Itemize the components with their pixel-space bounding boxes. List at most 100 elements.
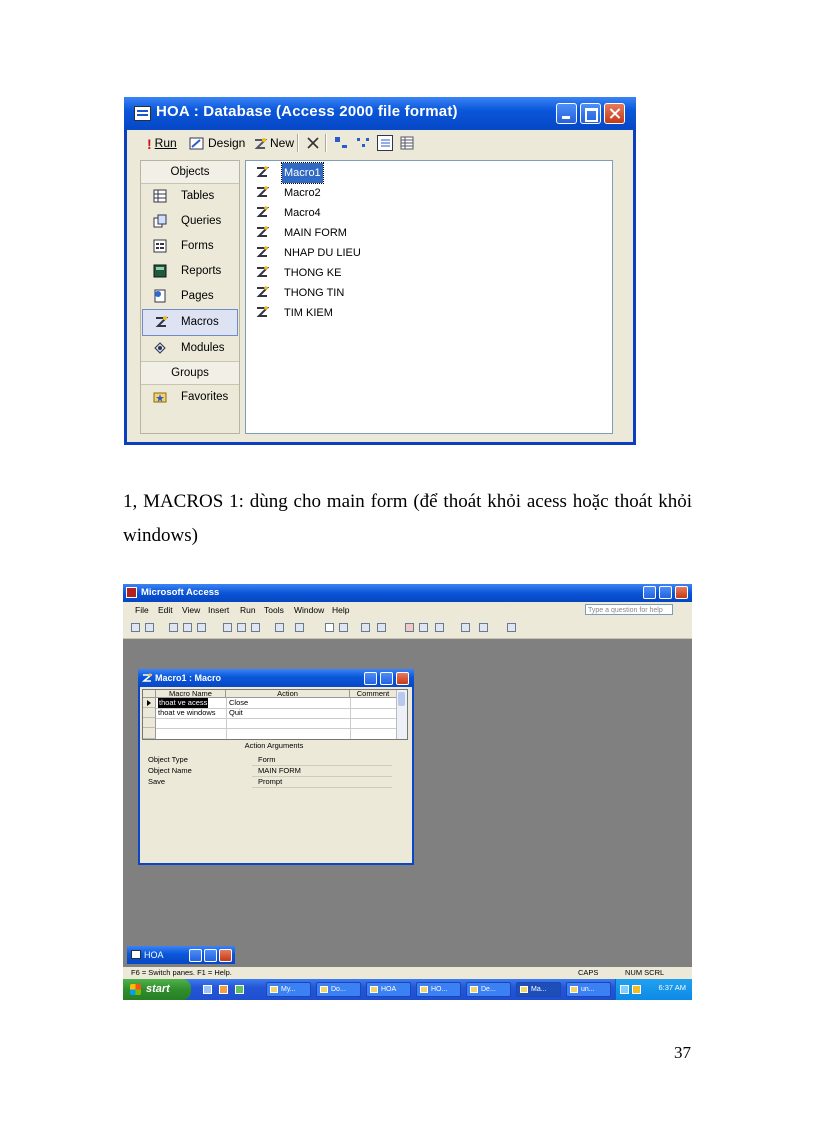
new-button[interactable]: New xyxy=(253,133,294,153)
taskbar-button-do[interactable]: Do... xyxy=(316,982,361,997)
grid-line xyxy=(156,728,397,729)
help-icon[interactable] xyxy=(507,623,516,632)
cut-icon[interactable] xyxy=(223,623,232,632)
sidebar-item-forms[interactable]: Forms xyxy=(141,234,239,259)
run-icon[interactable] xyxy=(405,623,414,632)
start-button[interactable]: start xyxy=(123,979,191,1000)
sidebar-item-reports[interactable]: Reports xyxy=(141,259,239,284)
maximize-button[interactable] xyxy=(204,949,217,962)
macro-minimize-button[interactable] xyxy=(364,672,377,685)
macro-icon xyxy=(256,246,269,257)
language-icon[interactable] xyxy=(632,985,641,994)
ask-question-input[interactable]: Type a question for help xyxy=(585,604,673,615)
print-icon[interactable] xyxy=(169,623,178,632)
sidebar-item-queries[interactable]: Queries xyxy=(141,209,239,234)
sidebar-item-tables[interactable]: Tables xyxy=(141,184,239,209)
delete-icon[interactable] xyxy=(305,135,321,151)
close-button[interactable] xyxy=(604,103,625,124)
macro-list-item-label: Macro4 xyxy=(284,207,321,219)
minimize-button[interactable] xyxy=(556,103,577,124)
menu-help[interactable]: Help xyxy=(332,605,349,615)
macro-maximize-button[interactable] xyxy=(380,672,393,685)
network-icon[interactable] xyxy=(620,985,629,994)
argument-value[interactable]: Prompt xyxy=(258,777,282,786)
toolbar-separator xyxy=(325,134,327,152)
taskbar-button-ho[interactable]: HO... xyxy=(416,982,461,997)
groups-header[interactable]: Groups xyxy=(141,361,239,385)
file-search-icon[interactable] xyxy=(145,623,154,632)
grid-line xyxy=(252,787,392,788)
action-cell[interactable]: Quit xyxy=(229,708,243,718)
sidebar-item-macros[interactable]: Macros xyxy=(142,309,238,336)
undo-icon[interactable] xyxy=(275,623,284,632)
app-minimize-button[interactable] xyxy=(643,586,656,599)
action-cell[interactable]: Close xyxy=(229,698,248,708)
macro-names-icon[interactable] xyxy=(325,623,334,632)
menu-file[interactable]: File xyxy=(135,605,149,615)
num-scrl-indicator: NUM SCRL xyxy=(625,968,665,977)
menu-run[interactable]: Run xyxy=(240,605,256,615)
taskbar-button-de[interactable]: De... xyxy=(466,982,511,997)
app-close-button[interactable] xyxy=(675,586,688,599)
spelling-icon[interactable] xyxy=(197,623,206,632)
print-preview-icon[interactable] xyxy=(183,623,192,632)
database-window-icon[interactable] xyxy=(461,623,470,632)
vertical-scrollbar[interactable] xyxy=(396,690,407,739)
insert-rows-icon[interactable] xyxy=(361,623,370,632)
taskbar-button-hoa[interactable]: HOA xyxy=(366,982,411,997)
save-icon[interactable] xyxy=(131,623,140,632)
objects-header[interactable]: Objects xyxy=(141,161,239,184)
large-icons-icon[interactable] xyxy=(333,135,349,151)
macro-name-cell[interactable]: thoat ve acess xyxy=(158,698,209,708)
browser-quicklaunch-icon[interactable] xyxy=(219,985,228,994)
redo-icon[interactable] xyxy=(295,623,304,632)
maximize-button[interactable] xyxy=(580,103,601,124)
page-number: 37 xyxy=(674,1043,691,1062)
paste-icon[interactable] xyxy=(251,623,260,632)
grid-line xyxy=(156,718,397,719)
menu-window[interactable]: Window xyxy=(294,605,324,615)
macro-close-button[interactable] xyxy=(396,672,409,685)
build-icon[interactable] xyxy=(435,623,444,632)
restore-button[interactable] xyxy=(189,949,202,962)
menu-tools[interactable]: Tools xyxy=(264,605,284,615)
app-restore-button[interactable] xyxy=(659,586,672,599)
taskbar-button-un[interactable]: un... xyxy=(566,982,611,997)
new-object-icon[interactable] xyxy=(479,623,488,632)
scrollbar-thumb[interactable] xyxy=(398,692,405,706)
access-titlebar[interactable]: Microsoft Access xyxy=(123,584,692,602)
row-selector-current[interactable] xyxy=(143,698,156,708)
design-button[interactable]: Design xyxy=(189,133,245,153)
delete-rows-icon[interactable] xyxy=(377,623,386,632)
taskbar-button-ma[interactable]: Ma... xyxy=(516,982,561,997)
menu-view[interactable]: View xyxy=(182,605,200,615)
show-desktop-icon[interactable] xyxy=(203,985,212,994)
small-icons-icon[interactable] xyxy=(355,135,371,151)
macro-name-cell[interactable]: thoat ve windows xyxy=(158,708,216,718)
sidebar-item-favorites[interactable]: Favorites xyxy=(141,385,239,410)
menu-insert[interactable]: Insert xyxy=(208,605,229,615)
media-quicklaunch-icon[interactable] xyxy=(235,985,244,994)
single-step-icon[interactable] xyxy=(419,623,428,632)
sidebar-item-pages[interactable]: Pages xyxy=(141,284,239,309)
menu-edit[interactable]: Edit xyxy=(158,605,173,615)
row-selector[interactable] xyxy=(143,728,156,739)
run-button[interactable]: ! Run xyxy=(147,133,177,153)
sidebar-item-modules[interactable]: Modules xyxy=(141,336,239,361)
details-view-icon[interactable] xyxy=(399,135,415,151)
clock[interactable]: 6:37 AM xyxy=(658,983,686,992)
grid-line xyxy=(350,698,351,739)
copy-icon[interactable] xyxy=(237,623,246,632)
minimized-database-window[interactable]: HOA xyxy=(127,946,235,964)
argument-label: Object Type xyxy=(148,755,188,764)
argument-value[interactable]: Form xyxy=(258,755,276,764)
row-selector[interactable] xyxy=(143,718,156,728)
close-button[interactable] xyxy=(219,949,232,962)
argument-value[interactable]: MAIN FORM xyxy=(258,766,301,775)
macro-window-titlebar[interactable]: Macro1 : Macro xyxy=(138,669,414,687)
taskbar-button-my[interactable]: My... xyxy=(266,982,311,997)
list-view-icon[interactable] xyxy=(377,135,393,151)
row-selector[interactable] xyxy=(143,708,156,718)
database-window-titlebar[interactable]: HOA : Database (Access 2000 file format) xyxy=(124,97,636,130)
conditions-icon[interactable] xyxy=(339,623,348,632)
